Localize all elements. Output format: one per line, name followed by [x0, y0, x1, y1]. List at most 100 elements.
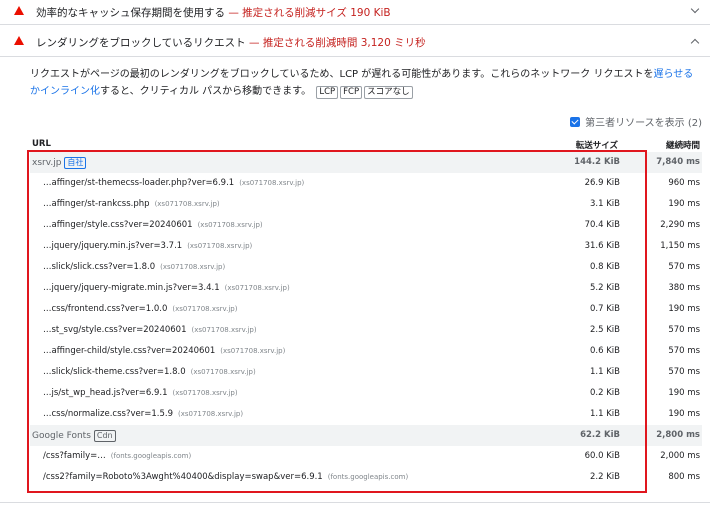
resource-host: (xs071708.xsrv.jp)	[172, 389, 238, 397]
audit-title: レンダリングをブロックしているリクエスト — 推定される削減時間 3,120 ミ…	[36, 37, 426, 49]
transfer-size: 62.2 KiB	[580, 430, 620, 440]
table-row[interactable]: …affinger/style.css?ver=20240601 (xs07170…	[30, 215, 702, 236]
table-row[interactable]: …affinger/st-rankcss.php (xs071708.xsrv.j…	[30, 194, 702, 215]
transfer-size: 0.8 KiB	[590, 262, 620, 272]
audit-description: リクエストがページの最初のレンダリングをブロックしているため、LCP が遅れる可…	[30, 69, 694, 99]
duration: 2,800 ms	[656, 430, 700, 440]
transfer-size: 26.9 KiB	[584, 178, 620, 188]
audit-savings: — 推定される削減時間 3,120 ミリ秒	[249, 37, 426, 49]
table-row[interactable]: …css/normalize.css?ver=1.5.9 (xs071708.xs…	[30, 404, 702, 425]
duration: 190 ms	[668, 304, 700, 314]
metric-chip-lcp: LCP	[316, 86, 339, 99]
resource-url[interactable]: …st_svg/style.css?ver=20240601	[43, 325, 187, 335]
resource-url[interactable]: …jquery/jquery.min.js?ver=3.7.1	[43, 241, 182, 251]
duration: 800 ms	[668, 472, 700, 482]
resource-host: (xs071708.xsrv.jp)	[197, 221, 263, 229]
transfer-size: 0.2 KiB	[590, 388, 620, 398]
transfer-size: 2.2 KiB	[590, 472, 620, 482]
table-row[interactable]: …slick/slick.css?ver=1.8.0 (xs071708.xsrv…	[30, 257, 702, 278]
resource-url[interactable]: …js/st_wp_head.js?ver=6.9.1	[43, 388, 168, 398]
duration: 570 ms	[668, 325, 700, 335]
resource-url[interactable]: …affinger-child/style.css?ver=20240601	[43, 346, 215, 356]
transfer-size: 0.6 KiB	[590, 346, 620, 356]
entity-group-row: Google Fonts Cdn 62.2 KiB 2,800 ms	[30, 425, 702, 446]
resource-url[interactable]: …css/normalize.css?ver=1.5.9	[43, 409, 173, 419]
resource-url[interactable]: …css/frontend.css?ver=1.0.0	[43, 304, 167, 314]
entity-name: xsrv.jp	[32, 158, 62, 168]
resource-url[interactable]: …affinger/st-themecss-loader.php?ver=6.9…	[43, 178, 234, 188]
resource-host: (xs071708.xsrv.jp)	[172, 305, 238, 313]
entity-name: Google Fonts	[32, 431, 91, 441]
transfer-size: 31.6 KiB	[584, 241, 620, 251]
table-row[interactable]: /css2?family=Roboto%3Awght%40400&display…	[30, 467, 702, 488]
resource-host: (fonts.googleapis.com)	[110, 452, 192, 460]
fail-triangle-icon	[14, 36, 24, 45]
entity-badge: Cdn	[93, 430, 116, 442]
audit-title: 効率的なキャッシュ保存期間を使用する — 推定される削減サイズ 190 KiB	[36, 7, 391, 19]
chevron-up-icon[interactable]	[690, 38, 700, 48]
transfer-size: 60.0 KiB	[584, 451, 620, 461]
audit-render-blocking[interactable]: レンダリングをブロックしているリクエスト — 推定される削減時間 3,120 ミ…	[0, 26, 710, 57]
resource-host: (xs071708.xsrv.jp)	[220, 347, 286, 355]
table-row[interactable]: …affinger/st-themecss-loader.php?ver=6.9…	[30, 173, 702, 194]
resource-host: (xs071708.xsrv.jp)	[154, 200, 220, 208]
duration: 2,290 ms	[660, 220, 700, 230]
transfer-size: 1.1 KiB	[590, 409, 620, 419]
column-duration: 継続時間	[665, 141, 700, 151]
transfer-size: 0.7 KiB	[590, 304, 620, 314]
chevron-down-icon[interactable]	[690, 4, 700, 14]
resource-host: (xs071708.xsrv.jp)	[160, 263, 226, 271]
duration: 380 ms	[668, 283, 700, 293]
table-row[interactable]: /css?family=… (fonts.googleapis.com) 60.0 …	[30, 446, 702, 467]
duration: 7,840 ms	[656, 157, 700, 167]
resource-url[interactable]: /css?family=…	[43, 451, 106, 461]
audit-savings: — 推定される削減サイズ 190 KiB	[228, 7, 391, 19]
column-transfer-size: 転送サイズ	[575, 141, 618, 151]
duration: 190 ms	[668, 388, 700, 398]
resource-url[interactable]: …slick/slick-theme.css?ver=1.8.0	[43, 367, 186, 377]
duration: 2,000 ms	[660, 451, 700, 461]
third-party-label: 第三者リソースを表示 (2)	[585, 118, 702, 129]
resource-url[interactable]: …slick/slick.css?ver=1.8.0	[43, 262, 155, 272]
table-row[interactable]: …affinger-child/style.css?ver=20240601 (x…	[30, 341, 702, 362]
transfer-size: 3.1 KiB	[590, 199, 620, 209]
table-header: URL 転送サイズ 継続時間	[0, 136, 710, 152]
resource-url[interactable]: …affinger/st-rankcss.php	[43, 199, 150, 209]
resource-host: (xs071708.xsrv.jp)	[187, 242, 253, 250]
resource-url[interactable]: …affinger/style.css?ver=20240601	[43, 220, 193, 230]
duration: 570 ms	[668, 367, 700, 377]
resource-url[interactable]: …jquery/jquery-migrate.min.js?ver=3.4.1	[43, 283, 220, 293]
table-row[interactable]: …jquery/jquery.min.js?ver=3.7.1 (xs071708…	[30, 236, 702, 257]
duration: 1,150 ms	[660, 241, 700, 251]
table-row[interactable]: …css/frontend.css?ver=1.0.0 (xs071708.xsr…	[30, 299, 702, 320]
resource-host: (xs071708.xsrv.jp)	[190, 368, 256, 376]
resource-host: (xs071708.xsrv.jp)	[177, 410, 244, 418]
resource-host: (xs071708.xsrv.jp)	[239, 179, 305, 187]
metric-chip-fcp: FCP	[340, 86, 363, 99]
entity-group-row: xsrv.jp 自社 144.2 KiB 7,840 ms	[30, 152, 702, 173]
checkbox-icon[interactable]	[570, 117, 581, 127]
resource-host: (xs071708.xsrv.jp)	[191, 326, 257, 334]
entity-badge: 自社	[64, 157, 87, 169]
transfer-size: 1.1 KiB	[590, 367, 620, 377]
transfer-size: 144.2 KiB	[574, 157, 620, 167]
audit-cache-policy[interactable]: 効率的なキャッシュ保存期間を使用する — 推定される削減サイズ 190 KiB	[0, 0, 710, 25]
column-url: URL	[32, 139, 51, 149]
resource-host: (xs071708.xsrv.jp)	[224, 284, 290, 292]
transfer-size: 70.4 KiB	[584, 220, 620, 230]
duration: 570 ms	[668, 346, 700, 356]
transfer-size: 2.5 KiB	[590, 325, 620, 335]
third-party-toggle[interactable]: 第三者リソースを表示 (2)	[570, 114, 702, 129]
resource-host: (fonts.googleapis.com)	[327, 473, 409, 481]
table-row[interactable]: …st_svg/style.css?ver=20240601 (xs071708.…	[30, 320, 702, 341]
divider	[0, 502, 710, 503]
fail-triangle-icon	[14, 6, 24, 15]
table-row[interactable]: …slick/slick-theme.css?ver=1.8.0 (xs07170…	[30, 362, 702, 383]
table-row[interactable]: …js/st_wp_head.js?ver=6.9.1 (xs071708.xsr…	[30, 383, 702, 404]
duration: 570 ms	[668, 262, 700, 272]
resource-table: xsrv.jp 自社 144.2 KiB 7,840 ms …affinger/s…	[30, 152, 702, 488]
transfer-size: 5.2 KiB	[590, 283, 620, 293]
table-row[interactable]: …jquery/jquery-migrate.min.js?ver=3.4.1 (…	[30, 278, 702, 299]
resource-url[interactable]: /css2?family=Roboto%3Awght%40400&display…	[43, 472, 323, 482]
duration: 960 ms	[668, 178, 700, 188]
